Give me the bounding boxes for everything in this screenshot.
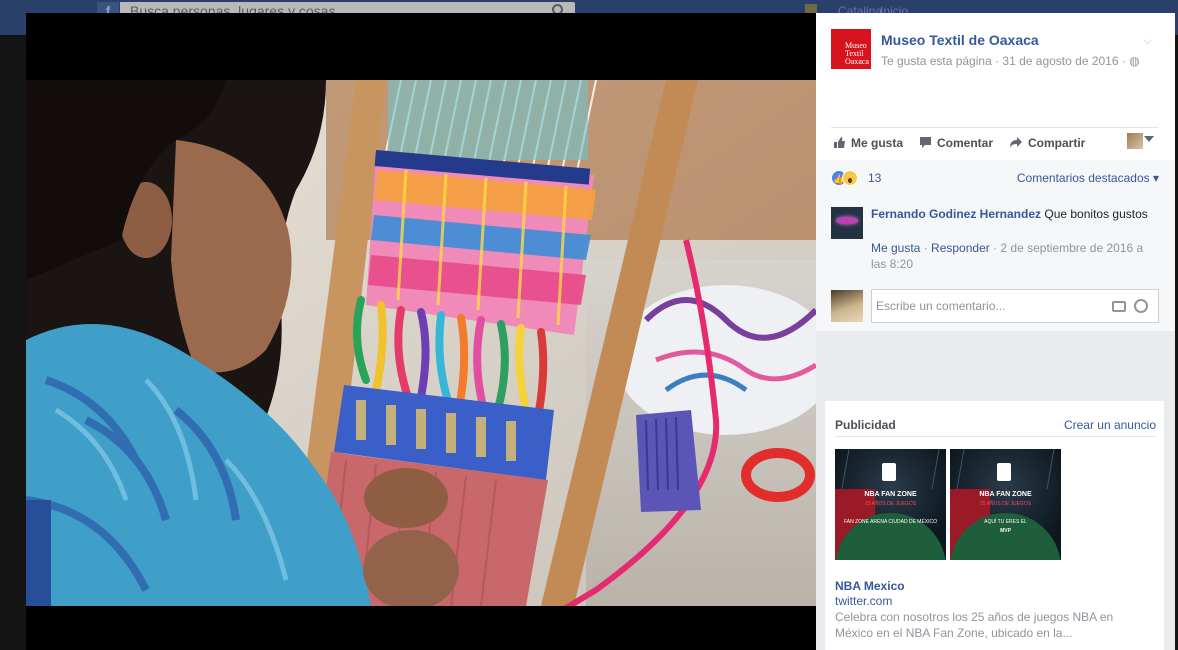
comment-author-link[interactable]: Fernando Godinez Hernandez bbox=[871, 207, 1041, 221]
ad-text: NBA FAN ZONE bbox=[979, 491, 1032, 498]
ad-url[interactable]: twitter.com bbox=[835, 594, 892, 608]
ad-name-link[interactable]: NBA Mexico bbox=[835, 579, 905, 593]
ad-image-left[interactable]: NBA FAN ZONE 25 AÑOS DE JUEGOS FAN ZONE … bbox=[835, 449, 946, 560]
weaving-photo[interactable] bbox=[26, 80, 816, 606]
comment-body: Fernando Godinez Hernandez Que bonitos g… bbox=[871, 206, 1161, 222]
ad-text: FAN ZONE ARENA CIUDAD DE MÉXICO bbox=[843, 519, 938, 525]
thumbs-up-icon bbox=[833, 136, 846, 152]
share-button[interactable]: Compartir bbox=[1009, 136, 1085, 152]
logo-text-3: Oaxaca bbox=[845, 57, 869, 66]
nba-logo-icon bbox=[997, 463, 1011, 481]
photo-stage[interactable] bbox=[26, 13, 816, 650]
top-comments-dropdown[interactable]: Comentarios destacados ▾ bbox=[1017, 171, 1159, 185]
post-panel: Museo Textil Oaxaca Museo Textil de Oaxa… bbox=[816, 13, 1175, 650]
like-label: Me gusta bbox=[851, 136, 904, 150]
wow-reaction-icon bbox=[842, 170, 858, 186]
comment-like-link[interactable]: Me gusta bbox=[871, 241, 920, 255]
share-label: Compartir bbox=[1028, 136, 1086, 150]
comment-input[interactable] bbox=[876, 299, 1106, 313]
share-icon bbox=[1009, 136, 1023, 152]
comment-label: Comentar bbox=[937, 136, 994, 150]
caret-down-icon[interactable] bbox=[1144, 136, 1154, 142]
top-comments-label: Comentarios destacados bbox=[1016, 171, 1150, 185]
post-meta-text: Te gusta esta página · 31 de agosto de 2… bbox=[881, 54, 1130, 68]
action-bar: Me gusta Comentar Compartir bbox=[831, 127, 1158, 157]
comment-reply-link[interactable]: Responder bbox=[931, 241, 990, 255]
create-ad-link[interactable]: Crear un anuncio bbox=[1064, 418, 1156, 432]
ad-text: AQUÍ TU ERES EL bbox=[984, 519, 1027, 525]
comment-button[interactable]: Comentar bbox=[919, 136, 993, 152]
page-logo[interactable]: Museo Textil Oaxaca bbox=[831, 29, 871, 69]
ads-title: Publicidad bbox=[835, 418, 896, 432]
ad-text: 25 AÑOS DE JUEGOS bbox=[864, 501, 917, 507]
current-user-avatar bbox=[831, 290, 863, 322]
page-name-link[interactable]: Museo Textil de Oaxaca bbox=[881, 32, 1039, 48]
ad-text: MVP bbox=[1000, 528, 1011, 534]
weaving-photo-illustration bbox=[26, 80, 816, 606]
camera-icon[interactable] bbox=[1112, 301, 1126, 312]
post-meta: Te gusta esta página · 31 de agosto de 2… bbox=[881, 54, 1140, 68]
ads-section: Publicidad Crear un anuncio NBA FAN ZONE… bbox=[816, 331, 1175, 650]
reaction-count[interactable]: 13 bbox=[868, 171, 881, 185]
chevron-down-icon[interactable]: ⌵ bbox=[1143, 33, 1152, 48]
comment-input-box[interactable] bbox=[871, 289, 1159, 323]
commenter-avatar[interactable] bbox=[831, 207, 863, 239]
ads-card: Publicidad Crear un anuncio NBA FAN ZONE… bbox=[825, 401, 1164, 650]
ad-image-right[interactable]: NBA FAN ZONE 25 AÑOS DE JUEGOS AQUÍ TU E… bbox=[950, 449, 1061, 560]
ad-description[interactable]: Celebra con nosotros los 25 años de jueg… bbox=[835, 609, 1150, 641]
nba-logo-icon bbox=[882, 463, 896, 481]
page-selector-avatar[interactable] bbox=[1127, 133, 1143, 149]
comment-icon bbox=[919, 136, 932, 152]
globe-icon: ◍ bbox=[1129, 54, 1140, 68]
ad-text: 25 AÑOS DE JUEGOS bbox=[979, 501, 1032, 507]
comment-text: Que bonitos gustos bbox=[1044, 207, 1148, 221]
comment-meta: Me gusta · Responder · 2 de septiembre d… bbox=[871, 241, 1144, 271]
emoji-icon[interactable] bbox=[1134, 299, 1148, 313]
ad-text: NBA FAN ZONE bbox=[864, 491, 917, 498]
like-button[interactable]: Me gusta bbox=[833, 136, 903, 152]
ads-header: Publicidad Crear un anuncio bbox=[835, 411, 1156, 437]
